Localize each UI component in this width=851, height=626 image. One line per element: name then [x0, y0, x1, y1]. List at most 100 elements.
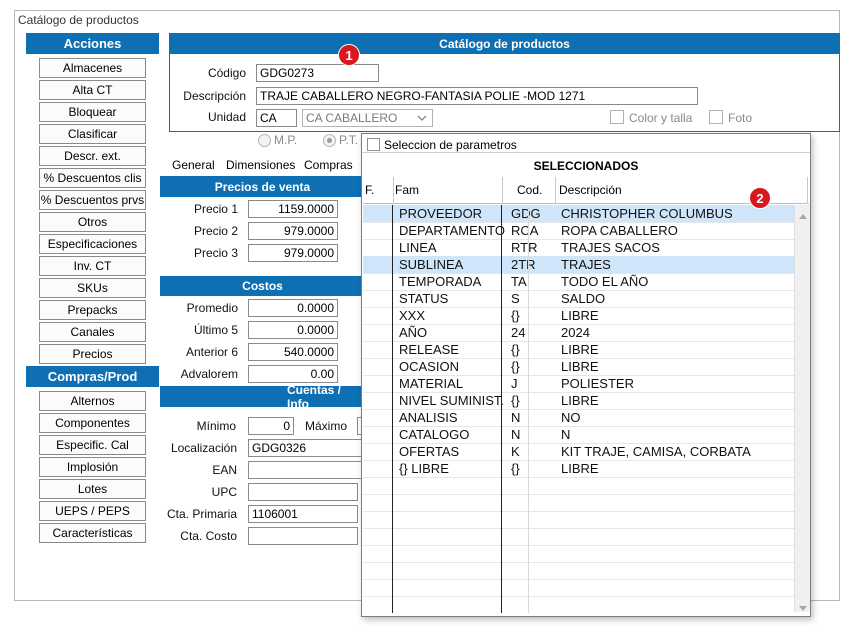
foto-checkbox[interactable] [709, 110, 723, 124]
fam-cell: XXX [399, 308, 426, 323]
ean-label: EAN [212, 463, 237, 477]
table-row[interactable]: OCASION {} LIBRE [363, 358, 794, 375]
table-row[interactable]: DEPARTAMENTO RCA ROPA CABALLERO [363, 222, 794, 239]
fam-cell: PROVEEDOR [399, 206, 483, 221]
table-row[interactable]: CATALOGO N N [363, 426, 794, 443]
desc-cell: LIBRE [561, 393, 599, 408]
compras-button[interactable]: Alternos [39, 391, 146, 411]
acciones-button[interactable]: Clasificar [39, 124, 146, 144]
col-header-desc[interactable]: Descripción [559, 183, 622, 197]
compras-button[interactable]: Características [39, 523, 146, 543]
precio-input[interactable]: 1159.0000 [248, 200, 338, 218]
cta-primaria-input[interactable]: 1106001 [248, 505, 358, 523]
tab-general[interactable]: General [172, 158, 215, 172]
acciones-button[interactable]: Prepacks [39, 300, 146, 320]
table-row[interactable]: ANALISIS N NO [363, 409, 794, 426]
unidad-select[interactable]: CA CABALLERO [302, 109, 433, 127]
grid-line [363, 528, 794, 529]
acciones-button[interactable]: Especificaciones [39, 234, 146, 254]
acciones-button[interactable]: Otros [39, 212, 146, 232]
cta-primaria-label: Cta. Primaria [166, 507, 237, 521]
pt-radio[interactable] [323, 134, 336, 147]
grid-header: F. Fam Cod. Descripción [363, 177, 809, 204]
scroll-up-icon[interactable] [799, 208, 807, 222]
foto-label: Foto [728, 111, 753, 125]
table-row[interactable]: RELEASE {} LIBRE [363, 341, 794, 358]
callout-badge-1: 1 [338, 44, 360, 66]
vertical-scrollbar[interactable] [794, 205, 810, 612]
desc-cell: POLIESTER [561, 376, 634, 391]
table-row[interactable]: OFERTAS K KIT TRAJE, CAMISA, CORBATA [363, 443, 794, 460]
scroll-down-icon[interactable] [799, 601, 807, 615]
acciones-button[interactable]: Inv. CT [39, 256, 146, 276]
minimo-input[interactable]: 0 [248, 417, 294, 435]
table-row[interactable]: STATUS S SALDO [363, 290, 794, 307]
upc-input[interactable] [248, 483, 358, 501]
table-row[interactable]: NIVEL SUMINIST. {} LIBRE [363, 392, 794, 409]
costo-label: Advalorem [180, 367, 238, 381]
col-header-cod[interactable]: Cod. [517, 183, 542, 197]
seleccion-parametros-checkbox[interactable] [367, 138, 380, 151]
costo-input[interactable]: 0.0000 [248, 321, 338, 339]
table-row[interactable]: {} LIBRE {} LIBRE [363, 460, 794, 477]
tab-dimensiones[interactable]: Dimensiones [226, 158, 295, 172]
unidad-code-input[interactable]: CA [256, 109, 297, 127]
table-row[interactable]: PROVEEDOR GDG CHRISTOPHER COLUMBUS [363, 205, 794, 222]
window-title: Catálogo de productos [18, 13, 139, 27]
compras-button[interactable]: UEPS / PEPS [39, 501, 146, 521]
localizacion-input[interactable]: GDG0326 [248, 439, 365, 457]
desc-cell: LIBRE [561, 342, 599, 357]
compras-button[interactable]: Lotes [39, 479, 146, 499]
grid-line [363, 494, 794, 495]
table-row[interactable]: SUBLINEA 2TR TRAJES [363, 256, 794, 273]
mp-radio[interactable] [258, 134, 271, 147]
popup-title: SELECCIONADOS [533, 159, 639, 173]
table-row[interactable]: TEMPORADA TA TODO EL AÑO [363, 273, 794, 290]
precio-input[interactable]: 979.0000 [248, 222, 338, 240]
cod-cell: J [511, 376, 518, 391]
descripcion-input[interactable]: TRAJE CABALLERO NEGRO-FANTASIA POLIE -MO… [256, 87, 698, 105]
fam-cell: ANALISIS [399, 410, 458, 425]
table-row[interactable]: AÑO 24 2024 [363, 324, 794, 341]
costo-input[interactable]: 0.0000 [248, 299, 338, 317]
acciones-button[interactable]: Canales [39, 322, 146, 342]
compras-button[interactable]: Especific. Cal [39, 435, 146, 455]
cod-cell: {} [511, 359, 520, 374]
desc-cell: CHRISTOPHER COLUMBUS [561, 206, 733, 221]
fam-cell: CATALOGO [399, 427, 470, 442]
ean-input[interactable] [248, 461, 365, 479]
color-talla-checkbox[interactable] [610, 110, 624, 124]
acciones-button[interactable]: SKUs [39, 278, 146, 298]
acciones-button[interactable]: Descr. ext. [39, 146, 146, 166]
tab-compras[interactable]: Compras [304, 158, 353, 172]
acciones-button[interactable]: % Descuentos prvs [39, 190, 146, 210]
acciones-button[interactable]: % Descuentos clis [39, 168, 146, 188]
acciones-button[interactable]: Precios [39, 344, 146, 364]
cod-cell: N [511, 410, 521, 425]
acciones-button[interactable]: Almacenes [39, 58, 146, 78]
pt-label: P.T. [339, 133, 359, 147]
desc-cell: LIBRE [561, 461, 599, 476]
table-row[interactable]: LINEA RTR TRAJES SACOS [363, 239, 794, 256]
compras-button[interactable]: Componentes [39, 413, 146, 433]
compras-button[interactable]: Implosión [39, 457, 146, 477]
costo-input[interactable]: 540.0000 [248, 343, 338, 361]
descripcion-label: Descripción [183, 89, 246, 103]
cuentas-header: Cuentas / Info [160, 383, 365, 411]
precio-label: Precio 2 [193, 224, 238, 238]
costo-input[interactable]: 0.00 [248, 365, 338, 383]
cta-costo-input[interactable] [248, 527, 358, 545]
acciones-button[interactable]: Alta CT [39, 80, 146, 100]
table-row[interactable]: XXX {} LIBRE [363, 307, 794, 324]
grid-line [363, 511, 794, 512]
precio-input[interactable]: 979.0000 [248, 244, 338, 262]
col-header-fam[interactable]: Fam [395, 183, 419, 197]
cod-cell: {} [511, 393, 520, 408]
table-row[interactable]: MATERIAL J POLIESTER [363, 375, 794, 392]
acciones-header: Acciones [26, 33, 159, 54]
acciones-button[interactable]: Bloquear [39, 102, 146, 122]
col-separator [502, 177, 503, 204]
codigo-input[interactable]: GDG0273 [256, 64, 379, 82]
col-header-f[interactable]: F. [365, 183, 374, 197]
grid-body: PROVEEDOR GDG CHRISTOPHER COLUMBUS DEPARTAM… [362, 205, 810, 613]
